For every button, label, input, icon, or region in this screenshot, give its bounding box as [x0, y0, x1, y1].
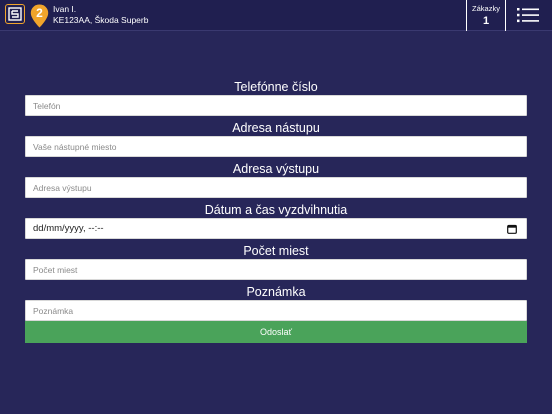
pickup-datetime-input[interactable]: dd/mm/yyyy, --:--: [25, 218, 527, 239]
driver-badge-number: 2: [36, 6, 43, 20]
submit-button[interactable]: Odoslať: [25, 321, 527, 343]
location-pin-icon: 2: [30, 4, 49, 28]
note-input[interactable]: [25, 300, 527, 321]
app-logo-icon[interactable]: [5, 4, 25, 24]
datetime-label: Dátum a čas vyzdvihnutia: [204, 203, 348, 217]
vehicle-info: KE123AA, Škoda Superb: [53, 15, 149, 25]
pickup-label: Adresa nástupu: [232, 121, 320, 135]
menu-button[interactable]: [516, 6, 540, 24]
driver-name: Ivan I.: [53, 4, 77, 14]
top-bar: 2 Ivan I. KE123AA, Škoda Superb Zákazky …: [0, 0, 552, 31]
datetime-value: dd/mm/yyyy, --:--: [33, 223, 104, 234]
dropoff-address-input[interactable]: [25, 177, 527, 198]
phone-input[interactable]: [25, 95, 527, 116]
seats-label: Počet miest: [243, 244, 309, 258]
phone-label: Telefónne číslo: [234, 80, 318, 94]
orders-label: Zákazky: [472, 4, 500, 13]
order-form: Telefónne číslo Adresa nástupu Adresa vý…: [25, 79, 527, 343]
pickup-address-input[interactable]: [25, 136, 527, 157]
list-menu-icon: [517, 8, 539, 23]
calendar-icon[interactable]: [507, 224, 517, 234]
orders-count: 1: [482, 15, 490, 27]
orders-button[interactable]: Zákazky 1: [466, 0, 506, 31]
dropoff-label: Adresa výstupu: [232, 162, 320, 176]
seats-input[interactable]: [25, 259, 527, 280]
note-label: Poznámka: [246, 285, 306, 299]
